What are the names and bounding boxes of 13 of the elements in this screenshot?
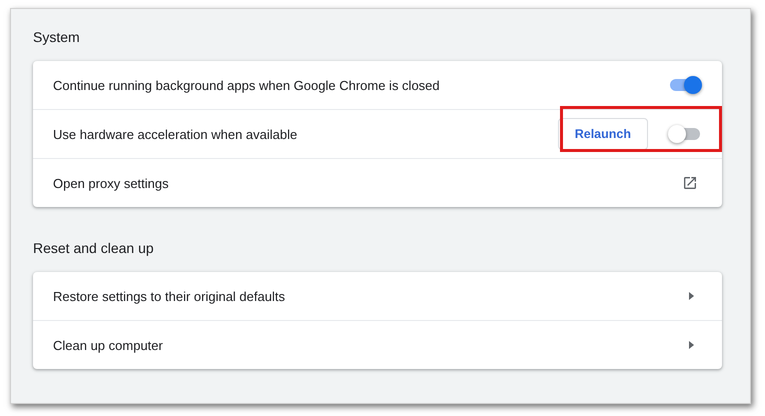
setting-label: Use hardware acceleration when available xyxy=(53,126,298,142)
setting-label: Continue running background apps when Google Chrome is closed xyxy=(53,78,441,92)
setting-label: Clean up computer xyxy=(53,338,164,352)
external-link-icon[interactable] xyxy=(682,175,698,191)
arrow-right-icon[interactable] xyxy=(689,292,694,300)
setting-label: Restore settings to their original defaults xyxy=(53,288,286,304)
relaunch-button[interactable]: Relaunch xyxy=(558,118,648,150)
toggle-switch[interactable] xyxy=(670,128,700,140)
arrow-right-icon[interactable] xyxy=(689,341,694,349)
toggle-switch[interactable] xyxy=(670,79,700,91)
section-heading: System xyxy=(33,29,81,45)
section-heading: Reset and clean up xyxy=(33,240,155,256)
setting-label: Open proxy settings xyxy=(53,176,170,190)
